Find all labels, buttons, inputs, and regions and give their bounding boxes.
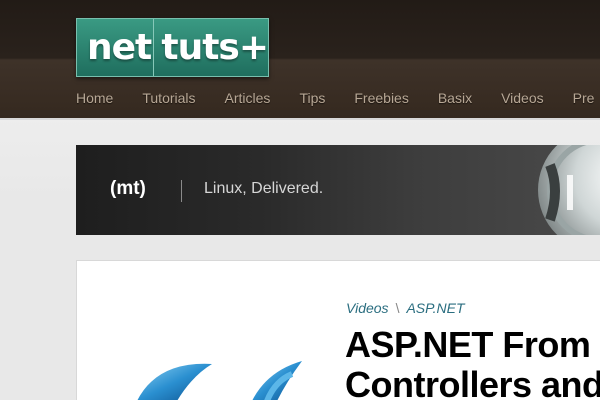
main-nav: Home Tutorials Articles Tips Freebies Ba…: [76, 90, 600, 106]
article-title-line2: Controllers and: [345, 364, 600, 400]
site-header: net tuts+ Home Tutorials Articles Tips F…: [0, 0, 600, 120]
site-logo[interactable]: net tuts+: [76, 18, 269, 77]
nav-item-home[interactable]: Home: [76, 90, 113, 106]
aspnet-logo-icon: [117, 356, 317, 400]
mediatemple-art-icon: [530, 145, 600, 235]
article-title-line1: ASP.NET From: [345, 324, 591, 365]
article-card: Videos \ ASP.NET ASP.NET From Controllers …: [76, 260, 600, 400]
header-divider: [0, 118, 600, 120]
nav-item-tips[interactable]: Tips: [299, 90, 325, 106]
nav-item-basix[interactable]: Basix: [438, 90, 472, 106]
logo-tuts-text: tuts+: [161, 26, 269, 68]
nav-item-videos[interactable]: Videos: [501, 90, 544, 106]
breadcrumb-separator: \: [395, 300, 400, 316]
nav-item-freebies[interactable]: Freebies: [354, 90, 408, 106]
banner-tagline: Linux, Delivered.: [204, 180, 324, 197]
ad-banner[interactable]: (mt) Linux, Delivered.: [76, 145, 600, 235]
breadcrumb: Videos \ ASP.NET: [346, 300, 465, 316]
nav-item-tutorials[interactable]: Tutorials: [142, 90, 195, 106]
nav-item-premium[interactable]: Pre: [573, 90, 595, 106]
breadcrumb-videos-link[interactable]: Videos: [346, 300, 389, 316]
nav-item-articles[interactable]: Articles: [225, 90, 271, 106]
banner-separator: [181, 180, 182, 202]
breadcrumb-aspnet-link[interactable]: ASP.NET: [406, 300, 464, 316]
banner-brand-logo: (mt): [110, 178, 146, 199]
logo-net-text: net: [87, 26, 152, 68]
article-title[interactable]: ASP.NET From Controllers and: [345, 325, 600, 400]
